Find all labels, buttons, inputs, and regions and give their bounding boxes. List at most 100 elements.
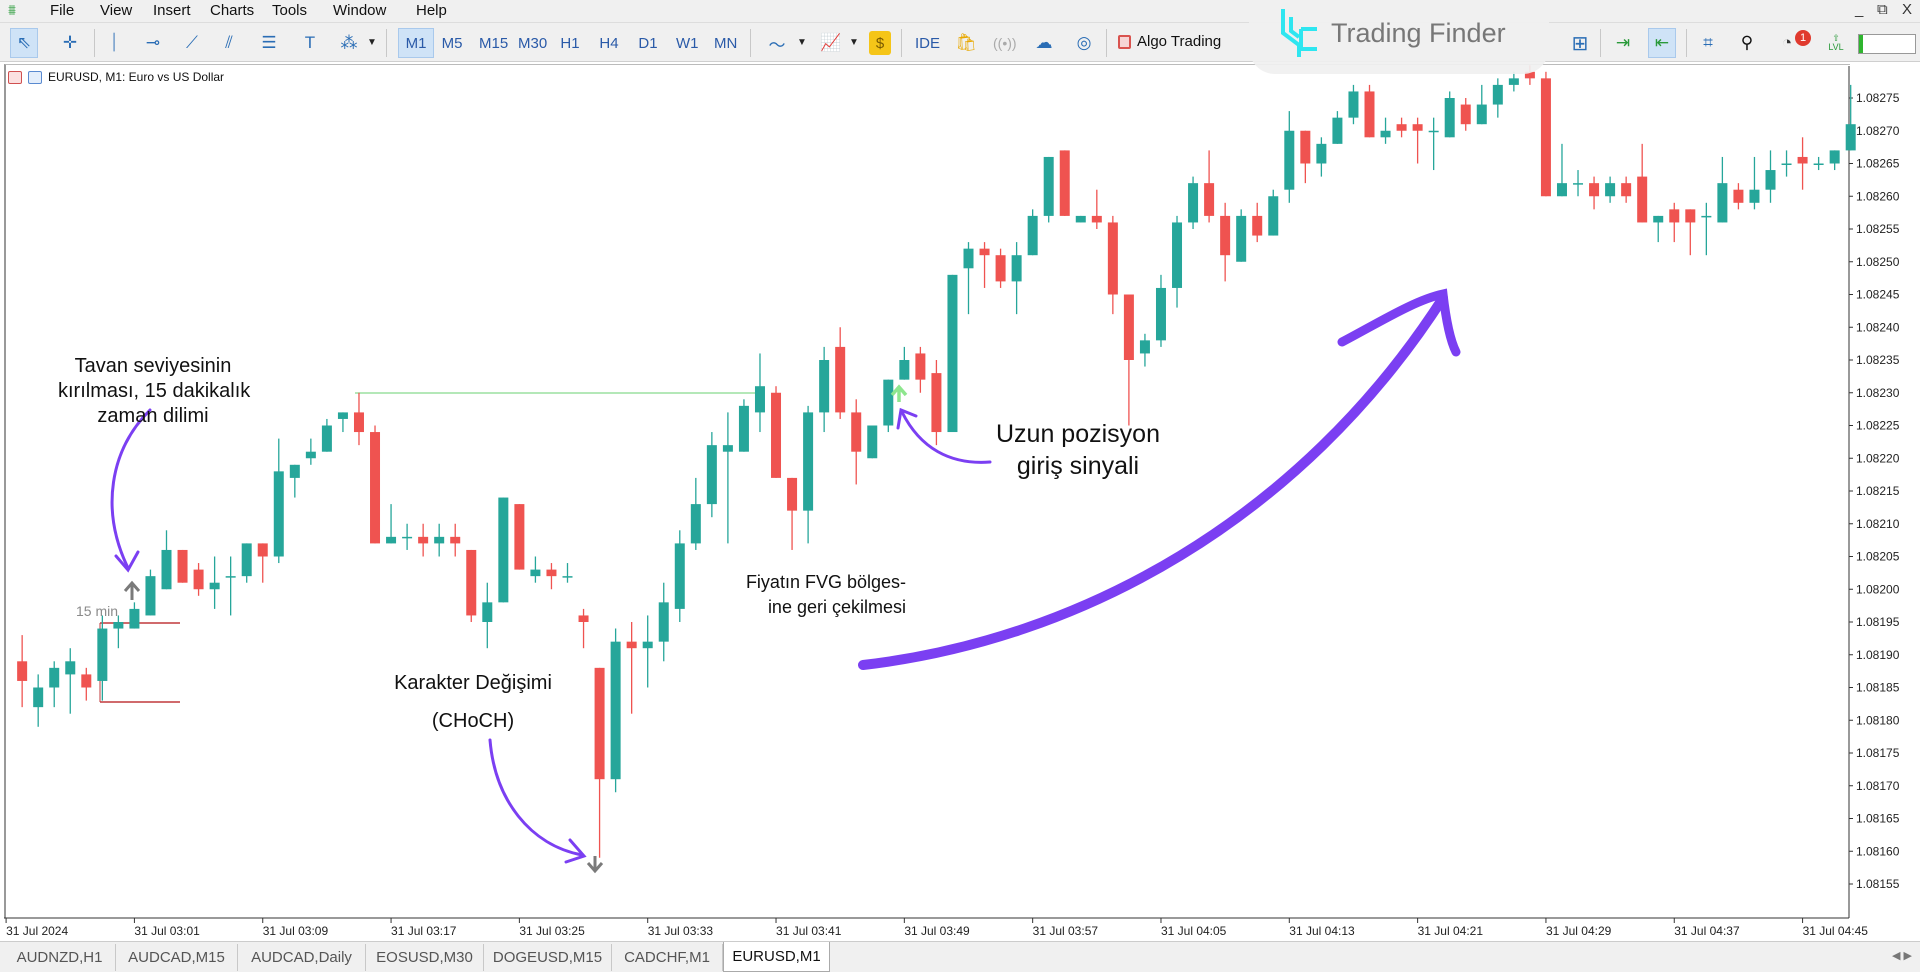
candle — [1107, 215, 1118, 315]
candle-body — [1508, 78, 1519, 85]
candle — [738, 399, 749, 452]
candle-body — [1252, 215, 1263, 236]
candle — [674, 530, 685, 622]
candle — [386, 504, 397, 544]
candle-body — [450, 536, 461, 544]
candle-body — [17, 661, 28, 681]
candle — [466, 549, 477, 622]
candle — [1188, 176, 1199, 229]
candle — [402, 523, 413, 550]
y-tick-label: 1.08220 — [1856, 451, 1900, 465]
candle — [225, 556, 236, 616]
candle-body — [1781, 163, 1792, 165]
candle-body — [1332, 117, 1343, 144]
y-tick-label: 1.08175 — [1856, 746, 1900, 760]
x-tick-label: 31 Jul 03:57 — [1033, 924, 1099, 938]
candle — [578, 608, 589, 649]
tab-eurusd-m1[interactable]: EURUSD,M1 — [723, 942, 830, 972]
candle-body — [1701, 215, 1712, 218]
candle-body — [931, 373, 942, 433]
y-tick-label: 1.08230 — [1856, 386, 1900, 400]
x-tick-label: 31 Jul 03:09 — [263, 924, 329, 938]
candle-body — [1540, 78, 1551, 197]
candle-body — [1653, 215, 1664, 223]
candle — [995, 248, 1006, 288]
candle-body — [386, 536, 397, 544]
candle — [418, 523, 429, 557]
candle — [1845, 84, 1856, 151]
tab-dogeusd-m15[interactable]: DOGEUSD,M15 — [484, 944, 612, 971]
candle — [1476, 84, 1487, 125]
candle-body — [193, 569, 204, 590]
candle-body — [963, 248, 974, 269]
x-tick-label: 31 Jul 04:13 — [1289, 924, 1355, 938]
candle-body — [594, 667, 605, 780]
candle-body — [899, 360, 910, 380]
x-tick-label: 31 Jul 03:17 — [391, 924, 457, 938]
breakout-line-2: kırılması, 15 dakikalık — [58, 380, 251, 402]
candle — [1573, 170, 1584, 197]
candle-body — [1268, 196, 1279, 236]
candle-body — [1813, 163, 1824, 165]
candle-body — [867, 425, 878, 459]
candle-body — [1059, 150, 1070, 216]
tab-audcad-m15[interactable]: AUDCAD,M15 — [116, 944, 238, 971]
candle — [1043, 156, 1054, 223]
candle — [979, 242, 990, 288]
candle-body — [851, 412, 862, 452]
candle — [1252, 202, 1263, 243]
choch-annotation: Karakter Değişimi (CHoCH) — [378, 664, 568, 740]
candle — [49, 661, 60, 708]
tab-audnzd-h1[interactable]: AUDNZD,H1 — [4, 944, 116, 971]
candle — [642, 615, 653, 688]
candlestick-chart[interactable]: 1.08275 1.08270 1.08265 1.08260 1.08255 1.082… — [0, 0, 1920, 941]
candle-body — [690, 504, 701, 544]
tab-eosusd-m30[interactable]: EOSUSD,M30 — [366, 944, 484, 971]
candle — [690, 477, 701, 550]
candle-body — [225, 576, 236, 578]
y-tick-label: 1.08195 — [1856, 615, 1900, 629]
candle — [1492, 78, 1503, 118]
candle-body — [257, 543, 268, 557]
candle-body — [626, 641, 637, 649]
candle — [1444, 91, 1455, 138]
candle — [899, 346, 910, 380]
candle — [1540, 71, 1551, 197]
choch-pointer-arrow — [488, 738, 584, 857]
candle — [1236, 209, 1247, 262]
candle-body — [1669, 209, 1680, 223]
candle — [97, 615, 108, 701]
candle-body — [1749, 189, 1760, 203]
candle-body — [1444, 98, 1455, 138]
candle — [1123, 294, 1134, 426]
chart-menu-icon[interactable] — [8, 70, 22, 84]
candle — [1220, 202, 1231, 282]
candle-body — [466, 549, 477, 616]
tab-scroll-icon[interactable]: ◀ ▶ — [1892, 949, 1912, 962]
candle-body — [1123, 294, 1134, 360]
candle-body — [1605, 183, 1616, 197]
candle — [931, 360, 942, 446]
tab-audcad-daily[interactable]: AUDCAD,Daily — [238, 944, 366, 971]
y-tick-label: 1.08270 — [1856, 124, 1900, 138]
candle — [1348, 84, 1359, 125]
y-tick-label: 1.08225 — [1856, 419, 1900, 433]
candle-body — [546, 569, 557, 577]
candle-body — [161, 549, 172, 590]
tab-cadchf-m1[interactable]: CADCHF,M1 — [612, 944, 723, 971]
y-tick-label: 1.08165 — [1856, 812, 1900, 826]
candle — [787, 477, 798, 550]
y-tick-label: 1.08235 — [1856, 353, 1900, 367]
candle — [65, 648, 76, 714]
candle — [305, 438, 316, 465]
candle-body — [803, 412, 814, 511]
candle-body — [1573, 183, 1584, 185]
breakout-up-arrow-icon — [123, 580, 141, 600]
candle-body — [1204, 183, 1215, 216]
breakout-pointer-arrowhead — [114, 550, 140, 573]
candle-body — [819, 360, 830, 413]
candle-body — [1220, 215, 1231, 256]
candle — [1717, 156, 1728, 223]
candle — [1091, 189, 1102, 229]
candle — [1460, 98, 1471, 131]
